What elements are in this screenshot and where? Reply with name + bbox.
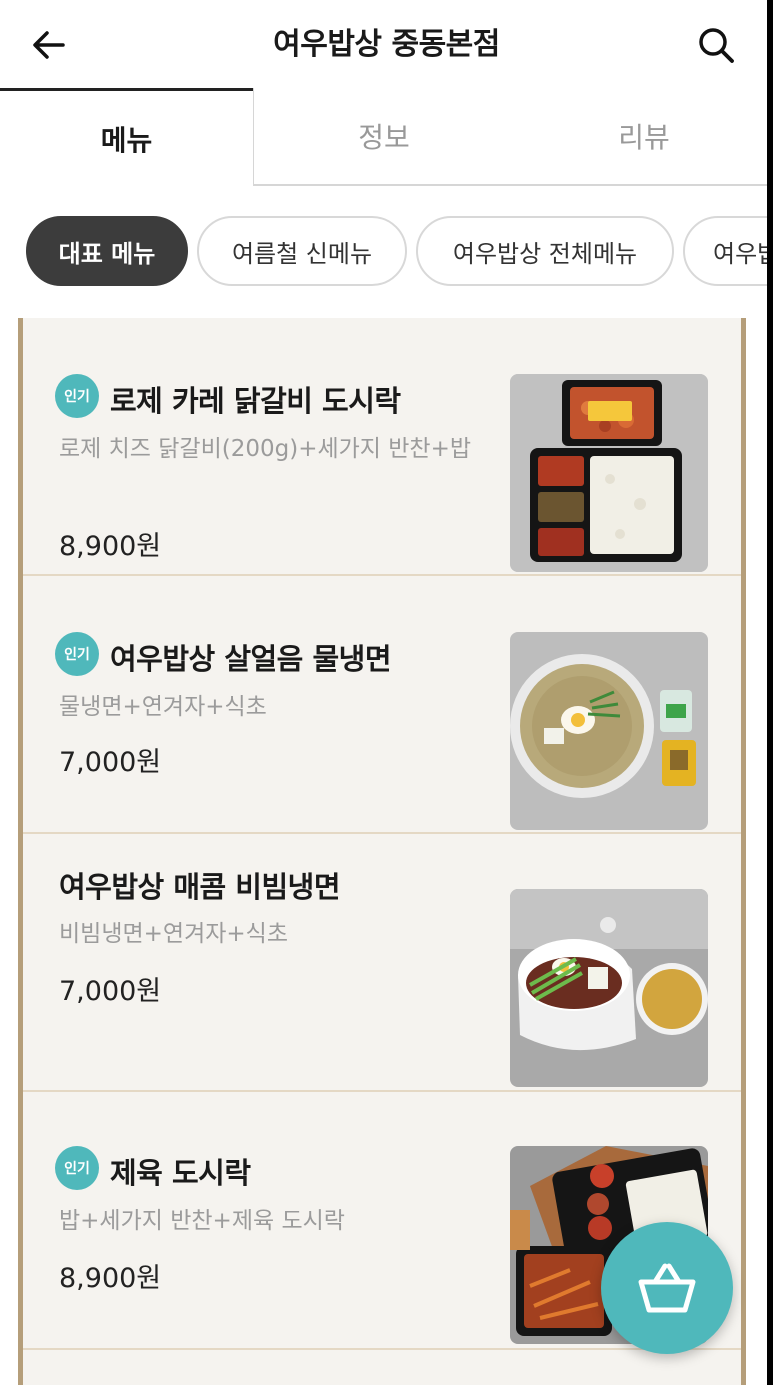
popular-badge: 인기 [55, 1146, 99, 1190]
menu-item-name: 여우밥상 매콤 비빔냉면 [59, 870, 341, 904]
popular-badge: 인기 [55, 632, 99, 676]
menu-item[interactable]: 여우밥상 매콤 비빔냉면 비빔냉면+연겨자+식초 7,000원 [23, 834, 741, 1092]
menu-item-image [510, 889, 708, 1087]
menu-item[interactable]: 인기 여우밥상 살얼음 물냉면 물냉면+연겨자+식초 7,000원 [23, 576, 741, 834]
menu-item-name: 제육 도시락 [110, 1156, 251, 1190]
menu-item-desc: 물냉면+연겨자+식초 [59, 694, 267, 720]
menu-list: 인기 로제 카레 닭갈비 도시락 로제 치즈 닭갈비(200g)+세가지 반찬+… [18, 318, 746, 1385]
chip-featured-menu[interactable]: 대표 메뉴 [26, 216, 188, 286]
chip-full-menu[interactable]: 여우밥상 전체메뉴 [416, 216, 674, 286]
page-title: 여우밥상 중동본점 [273, 27, 500, 62]
tab-bar: 메뉴 정보 리뷰 [0, 88, 773, 186]
menu-item-image [510, 632, 708, 830]
menu-item-name: 여우밥상 살얼음 물냉면 [110, 642, 392, 676]
menu-item-desc: 로제 치즈 닭갈비(200g)+세가지 반찬+밥 [59, 436, 472, 462]
chip-more-menu[interactable]: 여우밥 [683, 216, 773, 286]
menu-item-price: 8,900원 [59, 531, 162, 562]
chip-summer-menu[interactable]: 여름철 신메뉴 [197, 216, 407, 286]
menu-item-price: 7,000원 [59, 747, 162, 778]
menu-item-price: 8,900원 [59, 1263, 162, 1294]
category-chips: 대표 메뉴 여름철 신메뉴 여우밥상 전체메뉴 여우밥 [0, 186, 773, 316]
menu-item[interactable]: 인기 로제 카레 닭갈비 도시락 로제 치즈 닭갈비(200g)+세가지 반찬+… [23, 318, 741, 576]
cart-button[interactable] [601, 1222, 733, 1354]
app-header: 여우밥상 중동본점 [0, 0, 773, 90]
menu-item-desc: 밥+세가지 반찬+제육 도시락 [59, 1208, 345, 1234]
tab-group-inactive: 정보 리뷰 [253, 88, 773, 186]
tab-menu[interactable]: 메뉴 [0, 88, 253, 186]
tab-info[interactable]: 정보 [254, 88, 514, 184]
menu-item-price: 7,000원 [59, 976, 162, 1007]
tab-review[interactable]: 리뷰 [514, 88, 773, 184]
search-icon [699, 28, 734, 63]
popular-badge: 인기 [55, 374, 99, 418]
shopping-basket-icon [638, 1263, 696, 1313]
search-button[interactable] [692, 22, 740, 68]
menu-item-name: 로제 카레 닭갈비 도시락 [110, 384, 401, 418]
menu-item-image [510, 374, 708, 572]
menu-item-desc: 비빔냉면+연겨자+식초 [59, 921, 288, 947]
screen-edge [767, 0, 773, 1385]
